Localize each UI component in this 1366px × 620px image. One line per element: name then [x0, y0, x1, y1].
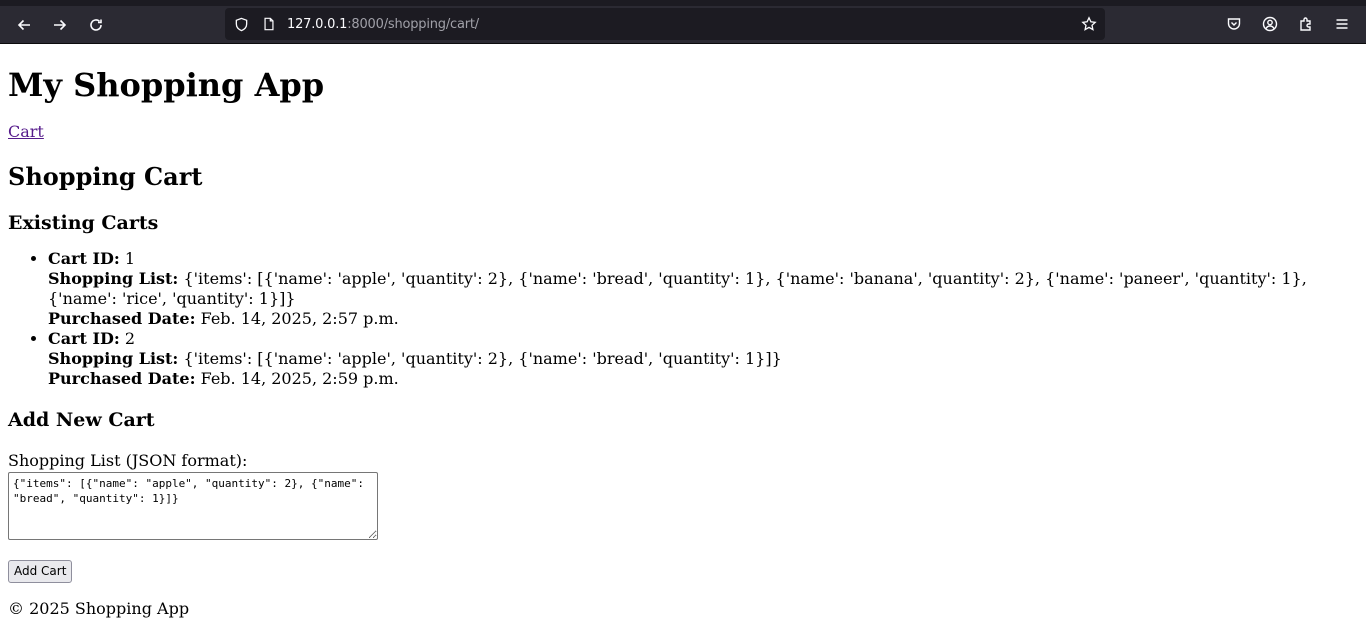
shopping-list-label: Shopping List:: [48, 349, 179, 368]
add-cart-heading: Add New Cart: [8, 409, 155, 431]
account-icon[interactable]: [1259, 13, 1281, 35]
cart-id-value: 2: [124, 329, 136, 348]
add-cart-form: Shopping List (JSON format): {"items": […: [8, 451, 1358, 583]
page-title: Shopping Cart: [8, 162, 203, 191]
menu-icon[interactable]: [1331, 13, 1353, 35]
browser-toolbar: 127.0.0.1:8000/shopping/cart/: [0, 0, 1366, 44]
cart-list: Cart ID: 1 Shopping List: {'items': [{'n…: [8, 249, 1358, 389]
shopping-list-label: Shopping List:: [48, 269, 179, 288]
list-item: Cart ID: 2 Shopping List: {'items': [{'n…: [48, 329, 1358, 389]
url-path: :8000/shopping/cart/: [347, 16, 479, 32]
purchased-date-label: Purchased Date:: [48, 369, 196, 388]
shopping-list-field-label: Shopping List (JSON format):: [8, 451, 248, 470]
shopping-list-value: {'items': [{'name': 'apple', 'quantity':…: [183, 269, 1307, 288]
page-content: My Shopping App Cart Shopping Cart Exist…: [0, 66, 1366, 619]
forward-icon[interactable]: [46, 12, 74, 38]
add-cart-button[interactable]: Add Cart: [8, 560, 73, 583]
cart-id-line: Cart ID: 2: [48, 329, 1358, 349]
reload-icon[interactable]: [82, 12, 110, 38]
cart-id-label: Cart ID:: [48, 329, 120, 348]
url-text[interactable]: 127.0.0.1:8000/shopping/cart/: [287, 17, 479, 32]
purchased-date-value: Feb. 14, 2025, 2:59 p.m.: [200, 369, 399, 388]
back-icon[interactable]: [10, 12, 38, 38]
page-icon: [261, 16, 277, 32]
star-icon[interactable]: [1081, 16, 1097, 32]
shield-icon[interactable]: [233, 16, 249, 32]
shopping-list-line: Shopping List: {'items': [{'name': 'appl…: [48, 269, 1358, 289]
address-bar[interactable]: 127.0.0.1:8000/shopping/cart/: [225, 8, 1105, 40]
list-item: Cart ID: 1 Shopping List: {'items': [{'n…: [48, 249, 1358, 329]
pocket-icon[interactable]: [1223, 13, 1245, 35]
purchased-date-value: Feb. 14, 2025, 2:57 p.m.: [200, 309, 399, 328]
purchased-date-label: Purchased Date:: [48, 309, 196, 328]
cart-id-label: Cart ID:: [48, 249, 120, 268]
nav-cart-link[interactable]: Cart: [8, 122, 44, 142]
cart-id-value: 1: [124, 249, 136, 268]
purchased-date-line: Purchased Date: Feb. 14, 2025, 2:59 p.m.: [48, 369, 1358, 389]
shopping-list-line: Shopping List: {'items': [{'name': 'appl…: [48, 349, 1358, 369]
footer-text: © 2025 Shopping App: [8, 599, 190, 618]
purchased-date-line: Purchased Date: Feb. 14, 2025, 2:57 p.m.: [48, 309, 1358, 329]
url-host: 127.0.0.1: [287, 16, 348, 32]
extensions-icon[interactable]: [1295, 13, 1317, 35]
app-title: My Shopping App: [8, 66, 325, 104]
existing-carts-heading: Existing Carts: [8, 212, 159, 234]
shopping-list-textarea[interactable]: {"items": [{"name": "apple", "quantity":…: [8, 472, 378, 540]
cart-id-line: Cart ID: 1: [48, 249, 1358, 269]
shopping-list-value-cont: {'name': 'rice', 'quantity': 1}]}: [48, 289, 296, 308]
shopping-list-value: {'items': [{'name': 'apple', 'quantity':…: [183, 349, 782, 368]
